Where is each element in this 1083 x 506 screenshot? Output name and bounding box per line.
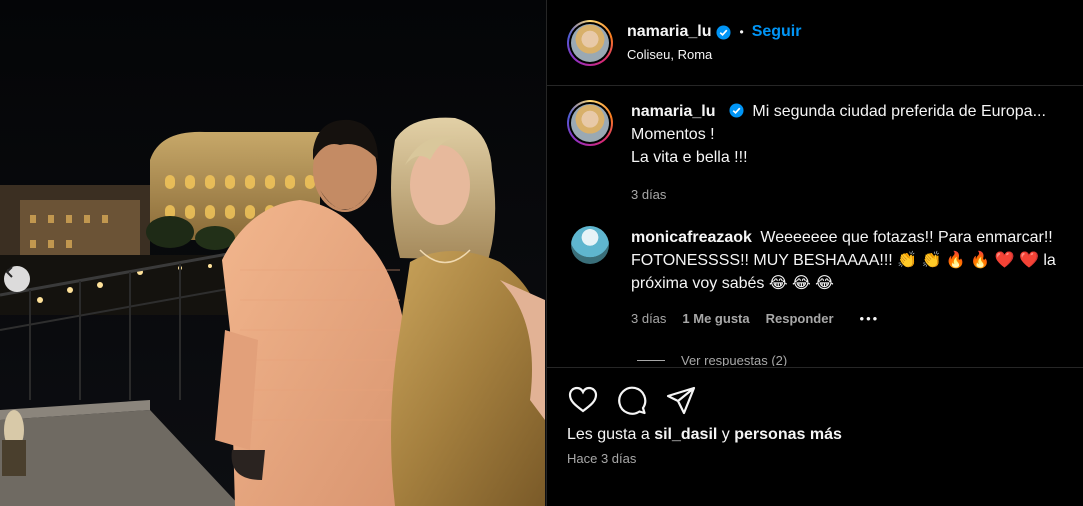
- comment-text-4: próxima voy sabés: [631, 275, 765, 292]
- follow-button[interactable]: Seguir: [752, 23, 802, 41]
- commenter-username[interactable]: monicafreazaok: [631, 229, 752, 246]
- post-timestamp[interactable]: Hace 3 días: [547, 451, 1083, 466]
- view-replies-button[interactable]: Ver respuestas (2): [637, 353, 787, 366]
- comment-item: monicafreazaok Weeeeeee que fotazas!! Pa…: [547, 206, 1083, 330]
- author-avatar[interactable]: [567, 19, 613, 66]
- caption-line-3: La vita e bella !!!: [631, 149, 748, 166]
- caption-avatar[interactable]: [567, 100, 613, 146]
- caption-time[interactable]: 3 días: [631, 183, 666, 206]
- likes-prefix: Les gusta a: [567, 426, 650, 443]
- comment-time[interactable]: 3 días: [631, 307, 666, 330]
- view-replies-label: Ver respuestas (2): [681, 353, 788, 366]
- comments-list[interactable]: namaria_lu Mi segunda ciudad preferida d…: [547, 87, 1083, 366]
- carousel-prev-button[interactable]: [4, 266, 30, 292]
- separator-dot: •: [739, 25, 744, 39]
- caption-line-1: Mi segunda ciudad preferida de Europa...: [752, 103, 1046, 120]
- comment-text-2: FOTONESSSS!! MUY BESHAAAA!!!: [631, 252, 893, 269]
- comment-emojis-1: 👏 👏 🔥 🔥 ❤️ ❤️: [897, 252, 1039, 269]
- comment-emojis-2: 😂 😂 😂: [768, 275, 834, 292]
- comment-text-3: la: [1043, 252, 1056, 269]
- comment-likes[interactable]: 1 Me gusta: [682, 307, 749, 330]
- comment-icon[interactable]: [616, 384, 648, 416]
- caption-line-2: Momentos !: [631, 126, 715, 143]
- post-photo[interactable]: [0, 0, 546, 506]
- photo-scene: [0, 0, 546, 506]
- likes-middle: y: [721, 426, 730, 443]
- post-side-panel: namaria_lu • Seguir Coliseu, Roma namari…: [546, 0, 1083, 506]
- post-actions: Les gusta a sil_dasil y personas más Hac…: [547, 367, 1083, 506]
- share-icon[interactable]: [665, 384, 697, 416]
- comment-text-1: Weeeeeee que fotazas!! Para enmarcar!!: [760, 229, 1053, 246]
- more-options-icon[interactable]: •••: [860, 307, 880, 330]
- post-location[interactable]: Coliseu, Roma: [627, 47, 801, 62]
- reply-button[interactable]: Responder: [766, 307, 834, 330]
- commenter-avatar[interactable]: [571, 226, 609, 264]
- avatar-image: [571, 23, 609, 62]
- post-header: namaria_lu • Seguir Coliseu, Roma: [547, 0, 1083, 86]
- likes-others[interactable]: personas más: [734, 426, 842, 443]
- avatar-image: [571, 104, 609, 142]
- caption-comment: namaria_lu Mi segunda ciudad preferida d…: [547, 87, 1083, 206]
- likes-summary[interactable]: Les gusta a sil_dasil y personas más: [547, 426, 1083, 444]
- author-username[interactable]: namaria_lu: [627, 23, 711, 41]
- verified-badge-icon: [729, 103, 744, 118]
- verified-badge-icon: [716, 24, 732, 40]
- likes-user[interactable]: sil_dasil: [654, 426, 717, 443]
- replies-divider: [637, 360, 665, 361]
- chevron-left-icon: [5, 266, 13, 278]
- caption-username[interactable]: namaria_lu: [631, 103, 715, 120]
- heart-icon[interactable]: [567, 384, 599, 416]
